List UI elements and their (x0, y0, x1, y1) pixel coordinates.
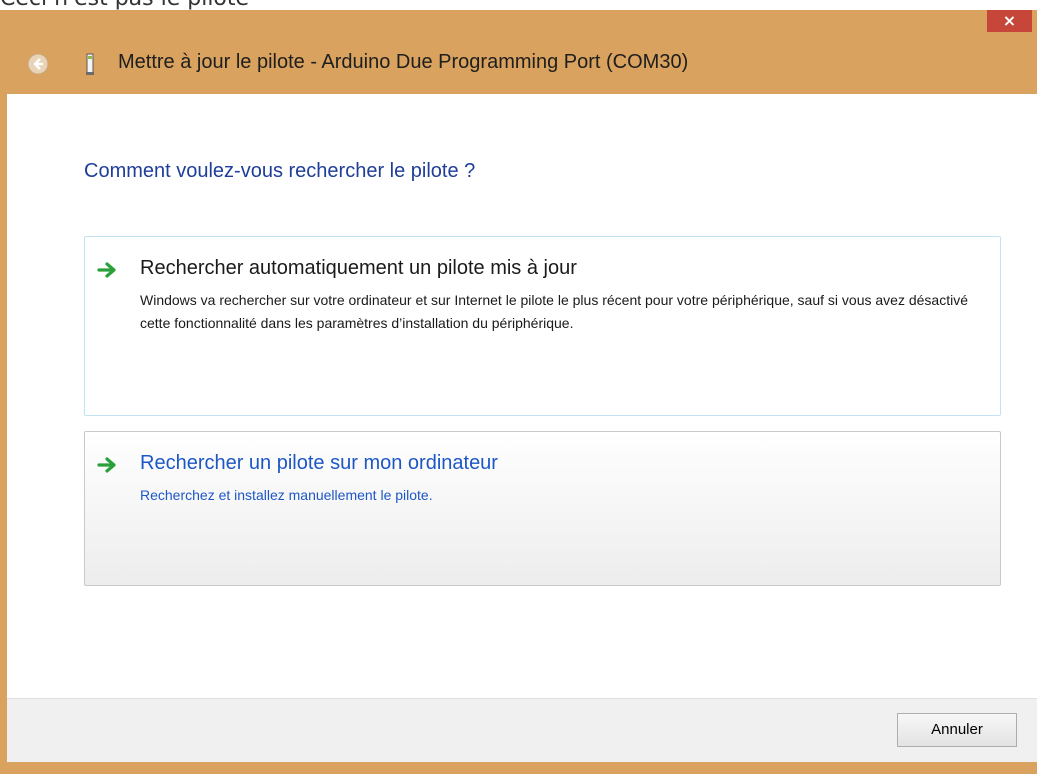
cancel-button[interactable]: Annuler (897, 713, 1017, 747)
option-description: Windows va rechercher sur votre ordinate… (140, 292, 968, 331)
close-button[interactable]: × (987, 10, 1032, 32)
content-panel: Comment voulez-vous rechercher le pilote… (7, 94, 1037, 698)
title-bar: × (0, 10, 1037, 36)
green-arrow-icon (97, 454, 119, 476)
back-arrow-icon[interactable] (26, 52, 50, 76)
green-arrow-icon (97, 259, 119, 281)
device-icon (84, 52, 96, 76)
option-title: Rechercher automatiquement un pilote mis… (140, 257, 577, 279)
browse-computer-option[interactable]: Rechercher un pilote sur mon ordinateur … (84, 431, 1001, 586)
update-driver-window: × Mettre à jour le pilote - Arduino Due … (0, 10, 1037, 774)
search-automatically-option[interactable]: Rechercher automatiquement un pilote mis… (84, 236, 1001, 416)
option-description: Recherchez et installez manuellement le … (140, 487, 433, 503)
dialog-title: Mettre à jour le pilote - Arduino Due Pr… (118, 51, 689, 73)
dialog-footer: Annuler (7, 698, 1037, 762)
clipped-text: Ceci n'est pas le pilote (0, 0, 249, 10)
clipped-top-text-strip: Ceci n'est pas le pilote (0, 0, 1037, 10)
search-question-heading: Comment voulez-vous rechercher le pilote… (84, 160, 476, 182)
option-title: Rechercher un pilote sur mon ordinateur (140, 452, 498, 474)
